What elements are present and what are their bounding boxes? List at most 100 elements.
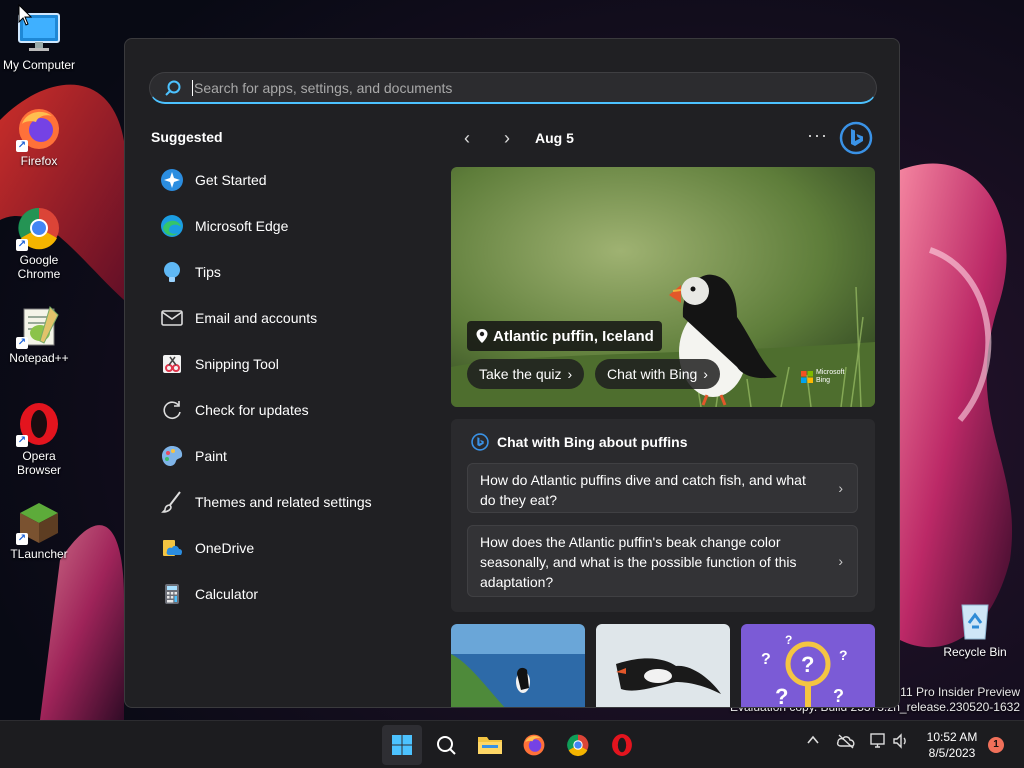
svg-text:?: ? [801,652,814,677]
windows-logo-icon [392,735,412,755]
taskbar-chrome[interactable] [558,725,598,765]
chat-question-text: How do Atlantic puffins dive and catch f… [480,472,806,508]
shortcut-arrow-icon: ↗ [16,239,28,251]
suggested-item-edge[interactable]: Microsoft Edge [149,203,419,249]
desktop-icon-label: Opera Browser [16,449,61,477]
suggested-item-email[interactable]: Email and accounts [149,295,419,341]
thumbnail-card[interactable]: ? ? ? ? ? ? [741,624,875,708]
suggested-item-tips[interactable]: Tips [149,249,419,295]
bing-logo-icon[interactable] [839,121,873,155]
suggested-item-themes[interactable]: Themes and related settings [149,479,419,525]
suggested-item-label: Themes and related settings [195,494,372,510]
suggested-item-get-started[interactable]: Get Started [149,157,419,203]
show-hidden-icons-button[interactable] [806,733,820,750]
desktop-icon-my-computer[interactable]: My Computer [1,10,77,72]
bing-logo-icon [471,433,489,451]
chat-with-bing-label: Chat with Bing [607,366,698,382]
chat-question[interactable]: How do Atlantic puffins dive and catch f… [467,463,858,513]
previous-button[interactable]: ‹ [455,127,479,151]
microsoft-bing-text: Microsoft Bing [816,369,845,384]
taskbar-opera[interactable] [602,725,642,765]
search-input[interactable]: Search for apps, settings, and documents [194,80,452,96]
desktop-icon-chrome[interactable]: ↗ Google Chrome [1,205,77,281]
flying-puffin-image [596,624,730,707]
suggested-item-label: Email and accounts [195,310,318,326]
chrome-icon: ↗ [16,205,62,251]
thumbnail-card[interactable] [451,624,585,707]
suggested-item-paint[interactable]: Paint [149,433,419,479]
microsoft-logo-icon [801,371,813,383]
desktop-icon-firefox[interactable]: ↗ Firefox [1,106,77,168]
chevron-right-icon: › [838,553,843,569]
notification-badge[interactable]: 1 [988,737,1004,753]
hero-location-title: Atlantic puffin, Iceland [467,321,662,351]
suggested-item-label: Calculator [195,586,259,602]
quiz-image: ? ? ? ? ? ? [741,624,875,708]
chat-card-header: Chat with Bing about puffins [471,433,688,451]
bing-chat-card: Chat with Bing about puffins How do Atla… [451,419,875,612]
chat-question-text: How does the Atlantic puffin's beak chan… [480,534,797,590]
svg-text:?: ? [775,684,788,708]
folder-icon [478,737,502,754]
taskbar-firefox[interactable] [514,725,554,765]
system-clock[interactable]: 10:52 AM 8/5/2023 [926,729,978,761]
volume-tray-button[interactable] [892,733,910,752]
search-icon [437,736,456,755]
desktop-icon-label: Notepad++ [9,351,69,365]
location-pin-icon [476,329,488,343]
desktop-icon-opera[interactable]: ↗ Opera Browser [1,401,77,477]
search-box[interactable]: Search for apps, settings, and documents [149,72,877,104]
svg-text:?: ? [785,633,792,647]
suggested-item-onedrive[interactable]: OneDrive [149,525,419,571]
firefox-icon [523,734,545,756]
taskbar-search-button[interactable] [426,725,466,765]
mail-icon [159,305,185,331]
paint-icon [159,443,185,469]
onedrive-tray-button[interactable] [836,733,856,752]
more-options-button[interactable]: ··· [807,125,828,146]
chevron-right-icon: › [567,366,573,382]
desktop-icon-recycle-bin[interactable]: Recycle Bin [937,597,1013,659]
network-icon [870,733,885,748]
take-quiz-label: Take the quiz [479,366,562,382]
chevron-up-icon [807,735,819,744]
chat-card-title: Chat with Bing about puffins [497,434,688,450]
shortcut-arrow-icon: ↗ [16,140,28,152]
desktop-icon-label: My Computer [2,58,76,72]
chevron-right-icon: › [838,480,843,496]
get-started-icon [159,167,185,193]
suggested-item-snipping-tool[interactable]: Snipping Tool [149,341,419,387]
suggested-item-label: OneDrive [195,540,255,556]
opera-icon: ↗ [16,401,62,447]
hero-card[interactable]: Atlantic puffin, Iceland Take the quiz ›… [451,167,875,407]
chat-question[interactable]: How does the Atlantic puffin's beak chan… [467,525,858,597]
suggested-item-label: Check for updates [195,402,309,418]
speaker-icon [893,733,906,749]
edge-icon [159,213,185,239]
next-button[interactable]: › [495,127,519,151]
start-menu: Search for apps, settings, and documents… [124,38,900,708]
hero-title-text: Atlantic puffin, Iceland [493,327,654,345]
taskbar-file-explorer[interactable] [470,725,510,765]
take-quiz-button[interactable]: Take the quiz › [467,359,585,389]
widget-date: Aug 5 [535,130,574,146]
svg-text:?: ? [761,651,771,668]
thumbnail-card[interactable] [596,624,730,707]
brush-icon [159,489,185,515]
cliff-puffin-image [451,624,585,707]
text-caret [192,79,193,96]
suggested-item-calculator[interactable]: Calculator [149,571,419,617]
chat-with-bing-button[interactable]: Chat with Bing › [595,359,720,389]
suggested-item-label: Tips [195,264,221,280]
shortcut-arrow-icon: ↗ [16,435,28,447]
taskbar: 10:52 AM 8/5/2023 1 [0,720,1024,768]
tlauncher-icon: ↗ [16,499,62,545]
suggested-item-check-updates[interactable]: Check for updates [149,387,419,433]
network-tray-button[interactable] [868,733,886,752]
start-button[interactable] [382,725,422,765]
shortcut-arrow-icon: ↗ [16,533,28,545]
firefox-icon: ↗ [16,106,62,152]
desktop-icon-tlauncher[interactable]: ↗ TLauncher [1,499,77,561]
desktop-icon-notepadpp[interactable]: ↗ Notepad++ [1,303,77,365]
mouse-cursor-icon [18,4,32,26]
